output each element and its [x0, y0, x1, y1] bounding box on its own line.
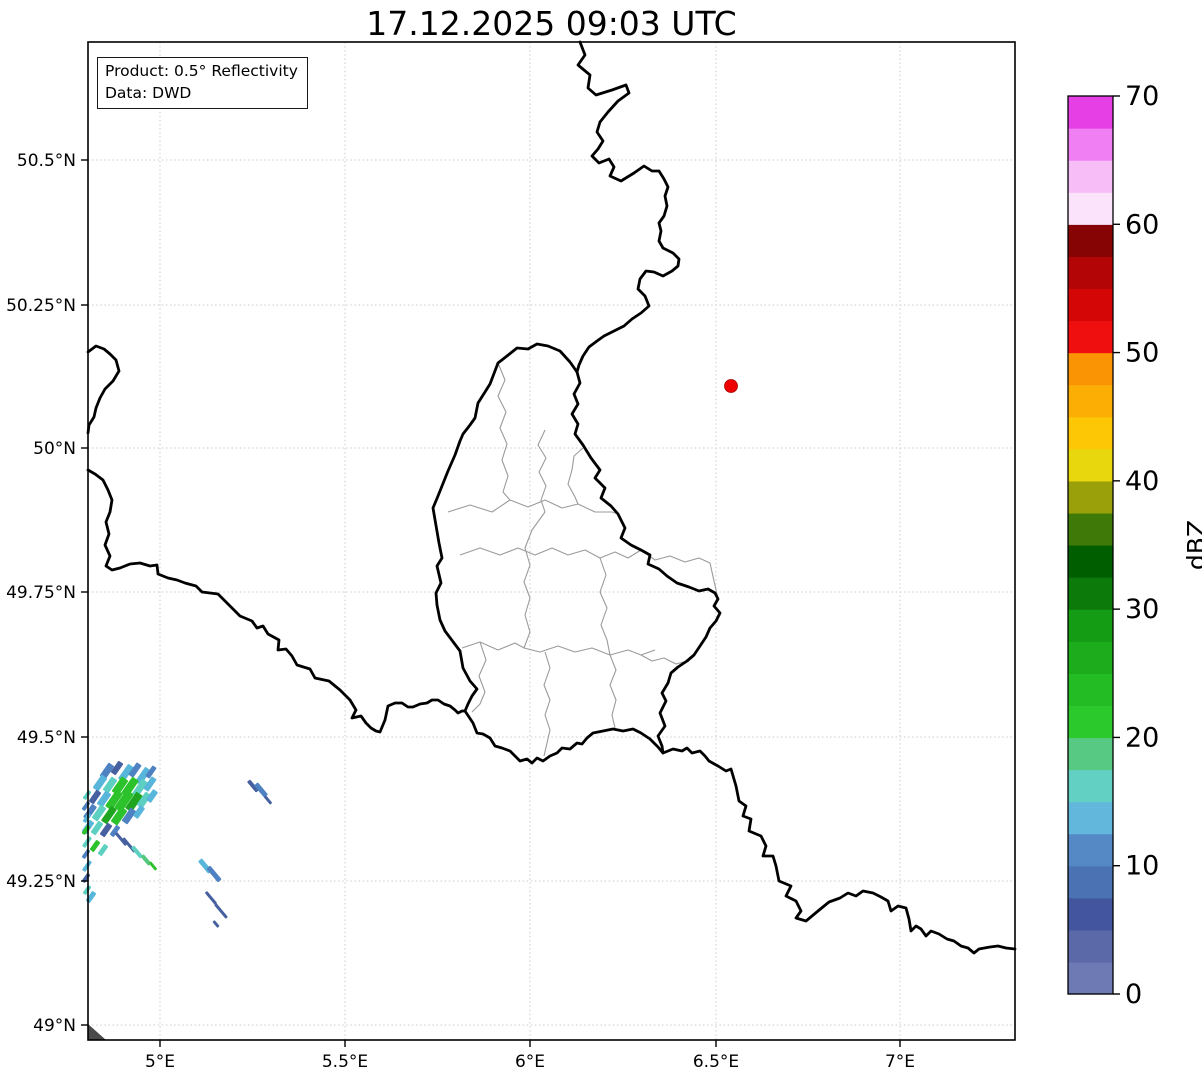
product-info-line: Product: 0.5° Reflectivity: [105, 62, 298, 80]
canton-border-path: [567, 447, 584, 505]
country-border-path: [575, 40, 681, 374]
colorbar-segment: [1068, 480, 1113, 514]
radar-site-marker: [724, 379, 738, 393]
colorbar-segment: [1068, 128, 1113, 161]
longitude-tick-label: 6°E: [515, 1052, 545, 1072]
colorbar-segment: [1068, 320, 1113, 354]
latitude-tick-label: 49.25°N: [6, 872, 76, 892]
colorbar-segment: [1068, 577, 1113, 610]
colorbar-segment: [1068, 673, 1113, 706]
colorbar-segment: [1068, 192, 1113, 225]
colorbar-tick-label: 0: [1125, 979, 1142, 1010]
canton-border-path: [471, 641, 487, 713]
canton-border-path: [543, 651, 551, 757]
colorbar-tick-label: 40: [1125, 466, 1159, 497]
reflectivity-echo-cell: [149, 861, 157, 871]
colorbar-segment: [1068, 737, 1113, 771]
longitude-tick-label: 7°E: [885, 1052, 915, 1072]
canton-border-path: [497, 362, 511, 501]
border-corner-wedge: [88, 1024, 106, 1040]
latitude-tick-label: 49.5°N: [17, 728, 76, 748]
canton-border-path: [640, 654, 688, 665]
latitude-tick-label: 50.5°N: [17, 151, 76, 171]
colorbar-segment: [1068, 897, 1113, 931]
canton-border-path: [599, 557, 611, 656]
canton-border-path: [459, 547, 642, 559]
colorbar-segment: [1068, 641, 1113, 674]
colorbar-segment: [1068, 929, 1113, 963]
reflectivity-echo-cell: [82, 836, 92, 848]
reflectivity-echo-cell: [212, 920, 220, 928]
country-border-path: [86, 468, 467, 734]
colorbar-segment: [1068, 384, 1113, 418]
colorbar-segment: [1068, 448, 1113, 482]
reflectivity-echo-cell: [82, 790, 92, 800]
reflectivity-echo-cell: [82, 860, 92, 872]
colorbar-segment: [1068, 256, 1113, 290]
reflectivity-echo-cell: [205, 891, 217, 905]
colorbar-tick-label: 30: [1125, 594, 1159, 625]
longitude-tick-label: 5°E: [145, 1052, 175, 1072]
country-border-path: [431, 342, 722, 765]
colorbar-segment: [1068, 833, 1113, 867]
canton-border-path: [461, 641, 656, 656]
colorbar-segment: [1068, 352, 1113, 386]
colorbar-segment: [1068, 160, 1113, 193]
colorbar-tick-label: 10: [1125, 851, 1159, 882]
radar-figure: 17.12.2025 09:03 UTC Product: 0.5° Refle…: [0, 0, 1202, 1081]
colorbar-segment: [1068, 512, 1113, 546]
map-frame: [87, 41, 1016, 1041]
map-figure-svg: 5°E 5.5°E 6°E 6.5°E 7°E 50.5°N 50.25°N 50°N 49.7…: [6, 40, 1202, 1072]
reflectivity-echo-cell: [264, 795, 272, 805]
latitude-tick-label: 49°N: [33, 1016, 76, 1036]
colorbar-segment: [1068, 96, 1113, 129]
product-info-box: Product: 0.5° Reflectivity Data: DWD: [97, 57, 308, 109]
colorbar-segment: [1068, 801, 1113, 835]
country-border-path: [86, 344, 121, 435]
reflectivity-echo-cell: [89, 840, 101, 852]
reflectivity-echo-cell: [214, 903, 228, 919]
colorbar-tick-label: 20: [1125, 722, 1159, 753]
colorbar-segment: [1068, 769, 1113, 803]
colorbar-segment: [1068, 288, 1113, 322]
latitude-tick-label: 50.25°N: [6, 296, 76, 316]
reflectivity-echo-cell: [81, 849, 91, 859]
canton-border-path: [523, 511, 546, 649]
colorbar-segment: [1068, 609, 1113, 642]
canton-border-path: [447, 499, 619, 515]
colorbar-segment: [1068, 961, 1113, 995]
colorbar-tick-label: 50: [1125, 338, 1159, 369]
colorbar-segment: [1068, 545, 1113, 578]
latitude-tick-label: 49.75°N: [6, 583, 76, 603]
colorbar-segment: [1068, 865, 1113, 899]
colorbar-segment: [1068, 705, 1113, 739]
colorbar-segment: [1068, 416, 1113, 450]
canton-border-path: [609, 654, 617, 729]
latitude-tick-label: 50°N: [33, 439, 76, 459]
longitude-tick-label: 6.5°E: [693, 1052, 739, 1072]
reflectivity-echo-cell: [97, 844, 109, 856]
reflectivity-echo-cell: [82, 885, 92, 895]
colorbar-axis-label: dBZ: [1182, 520, 1202, 570]
colorbar-tick-label: 70: [1125, 81, 1159, 112]
longitude-tick-label: 5.5°E: [322, 1052, 368, 1072]
data-source-line: Data: DWD: [105, 84, 192, 102]
reflectivity-echo-cell: [206, 865, 222, 883]
colorbar-tick-label: 60: [1125, 209, 1159, 240]
colorbar-segment: [1068, 224, 1113, 257]
